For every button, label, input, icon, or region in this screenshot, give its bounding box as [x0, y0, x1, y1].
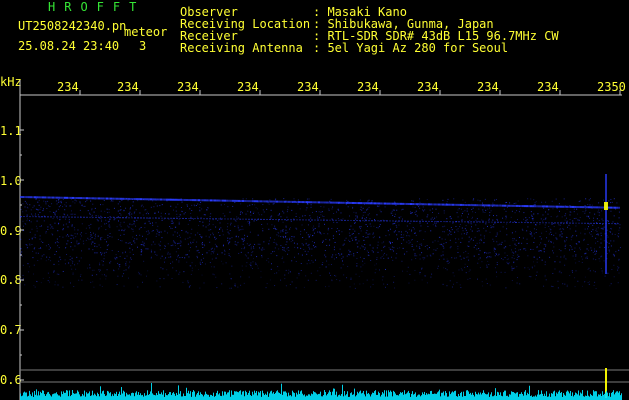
spectrogram [20, 174, 622, 400]
